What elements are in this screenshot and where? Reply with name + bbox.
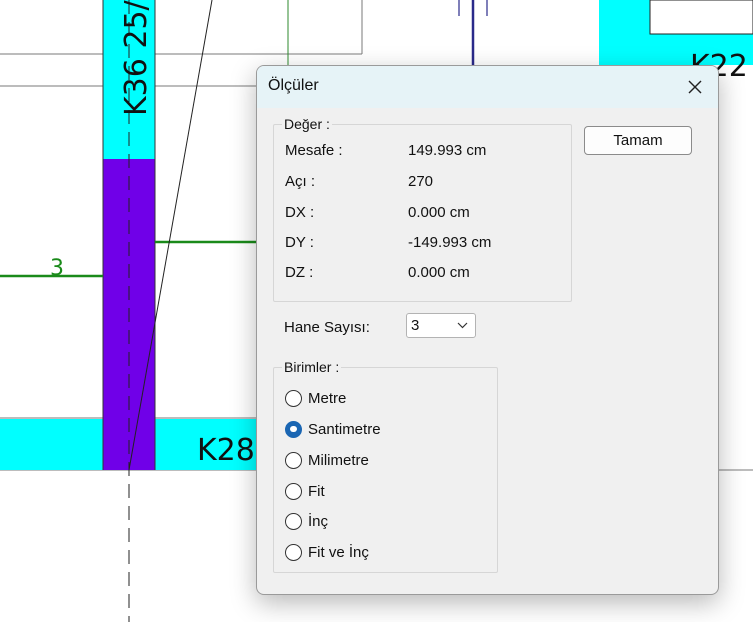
dz-value: 0.000 cm (408, 264, 470, 281)
aci-value: 270 (408, 173, 434, 190)
radio-milimetre[interactable]: Milimetre (285, 449, 369, 471)
dimension-label: 3 (50, 256, 64, 281)
radio-fit[interactable]: Fit (285, 480, 325, 502)
beam-k28-left[interactable] (0, 419, 103, 470)
dz-label: DZ : (285, 264, 314, 281)
close-icon (688, 80, 702, 94)
radio-fit-ve-inc[interactable]: Fit ve İnç (285, 541, 369, 563)
label-k28: K28 (197, 433, 255, 468)
hane-sayisi-label: Hane Sayısı: (284, 319, 370, 336)
dx-value: 0.000 cm (408, 204, 470, 221)
deger-legend: Değer : (282, 116, 332, 132)
tamam-button[interactable]: Tamam (584, 126, 692, 155)
radio-label: Milimetre (308, 451, 369, 469)
mesafe-value: 149.993 cm (408, 142, 487, 159)
radio-label: İnç (308, 512, 329, 530)
radio-button[interactable] (285, 482, 302, 500)
radio-label: Metre (308, 389, 347, 407)
dialog-title: Ölçüler (268, 77, 319, 94)
radio-label: Fit (308, 482, 325, 500)
olculer-dialog: Ölçüler Değer : Mesafe : 149.993 cm Açı … (256, 65, 719, 595)
aci-label: Açı : (285, 173, 316, 190)
mesafe-label: Mesafe : (285, 142, 343, 159)
chevron-down-icon (457, 322, 468, 329)
hane-sayisi-select[interactable]: 3 (406, 313, 476, 338)
radio-button[interactable] (285, 389, 302, 407)
radio-button[interactable] (285, 512, 302, 530)
radio-metre[interactable]: Metre (285, 387, 346, 409)
beam-k22-opening (649, 0, 753, 35)
radio-button[interactable] (285, 451, 302, 469)
radio-inc[interactable]: İnç (285, 510, 328, 532)
radio-button-checked[interactable] (285, 420, 302, 438)
dialog-titlebar[interactable]: Ölçüler (257, 66, 718, 108)
hane-sayisi-value: 3 (411, 317, 420, 334)
close-button[interactable] (680, 72, 710, 102)
dx-label: DX : (285, 204, 315, 221)
radio-santimetre[interactable]: Santimetre (285, 418, 381, 440)
radio-label: Fit ve İnç (308, 543, 369, 561)
birimler-legend: Birimler : (282, 359, 342, 375)
radio-label: Santimetre (308, 420, 381, 438)
label-k36: K36 25/ (119, 0, 154, 116)
dy-label: DY : (285, 234, 314, 251)
radio-button[interactable] (285, 543, 302, 561)
dy-value: -149.993 cm (408, 234, 492, 251)
